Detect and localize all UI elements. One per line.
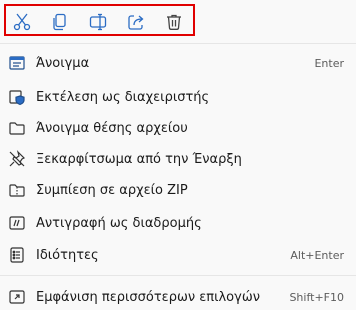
menu-item-label: Ξεκαρφίτσωμα από την Έναρξη <box>36 151 242 167</box>
folder-icon <box>8 119 26 137</box>
menu-item-properties[interactable]: Ιδιότητες Alt+Enter <box>0 239 356 271</box>
shield-icon <box>8 88 26 106</box>
zip-folder-icon <box>8 181 26 199</box>
cut-button[interactable] <box>10 10 34 34</box>
copy-button[interactable] <box>48 10 72 34</box>
unpin-icon <box>8 150 26 168</box>
menu-item-label: Εμφάνιση περισσότερων επιλογών <box>36 289 260 305</box>
menu-item-label: Ιδιότητες <box>36 247 99 263</box>
more-options-icon <box>8 288 26 306</box>
share-button[interactable] <box>124 10 148 34</box>
rename-button[interactable] <box>86 10 110 34</box>
delete-button[interactable] <box>162 10 186 34</box>
properties-icon <box>8 246 26 264</box>
menu-item-label: Εκτέλεση ως διαχειριστής <box>36 89 210 105</box>
menu-item-label: Αντιγραφή ως διαδρομής <box>36 215 202 231</box>
copy-path-icon <box>8 214 26 232</box>
quick-actions-toolbar <box>4 4 195 36</box>
menu-item-label: Άνοιγμα θέσης αρχείου <box>36 120 188 136</box>
menu-item-label: Άνοιγμα <box>36 55 90 71</box>
menu-item-open-file-location[interactable]: Άνοιγμα θέσης αρχείου <box>0 112 356 144</box>
divider <box>0 275 356 276</box>
menu-item-copy-as-path[interactable]: Αντιγραφή ως διαδρομής <box>0 207 356 239</box>
context-menu: Άνοιγμα Enter Εκτέλεση ως διαχειριστής Ά… <box>0 0 356 310</box>
share-icon <box>128 15 144 30</box>
copy-icon <box>53 13 66 31</box>
menu-item-compress-zip[interactable]: Συμπίεση σε αρχείο ZIP <box>0 174 356 206</box>
menu-item-shortcut: Enter <box>314 56 344 70</box>
menu-item-shortcut: Shift+F10 <box>289 290 344 304</box>
menu-item-label: Συμπίεση σε αρχείο ZIP <box>36 182 188 198</box>
rename-icon <box>89 13 107 31</box>
cut-icon <box>13 13 31 31</box>
open-icon <box>8 54 26 72</box>
menu-item-show-more-options[interactable]: Εμφάνιση περισσότερων επιλογών Shift+F10 <box>0 281 356 310</box>
menu-item-unpin-from-start[interactable]: Ξεκαρφίτσωμα από την Έναρξη <box>0 143 356 175</box>
menu-item-open[interactable]: Άνοιγμα Enter <box>0 47 356 79</box>
divider <box>0 43 356 44</box>
menu-item-run-as-admin[interactable]: Εκτέλεση ως διαχειριστής <box>0 81 356 113</box>
delete-icon <box>167 14 181 30</box>
menu-item-shortcut: Alt+Enter <box>290 248 344 262</box>
